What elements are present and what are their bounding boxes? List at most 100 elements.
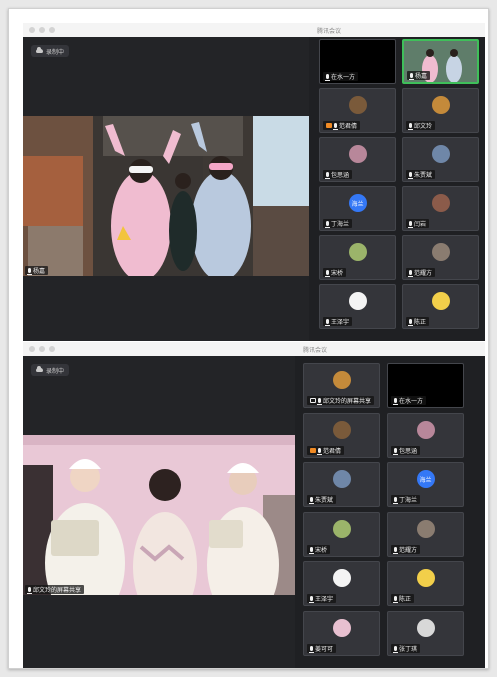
participant-name-tag: 朱贾斌 bbox=[406, 170, 436, 179]
participant-tile[interactable]: 邱文玲的屏幕共享 bbox=[303, 363, 380, 408]
avatar: 海兰 bbox=[348, 194, 367, 212]
participant-tile[interactable]: 陈正 bbox=[387, 561, 464, 606]
avatar bbox=[431, 194, 450, 212]
participant-tile[interactable]: 宋桥 bbox=[319, 235, 396, 280]
mic-icon bbox=[325, 172, 330, 179]
participant-gallery: 在水一方 杨嘉 范君倩 邱文玲 包思涵 朱贾斌 海兰 丁海兰 闫岩 宋桥 范耀方 王泽宇 陈正 bbox=[309, 37, 485, 341]
mic-icon bbox=[309, 645, 314, 653]
host-icon bbox=[310, 447, 316, 453]
close-button[interactable] bbox=[29, 346, 35, 352]
participant-name: 宋桥 bbox=[315, 547, 328, 554]
participant-tile[interactable]: 邱文玲 bbox=[402, 88, 479, 133]
participant-name: 包思涵 bbox=[399, 448, 418, 455]
participant-name-tag: 王泽宇 bbox=[307, 594, 337, 603]
participant-name: 丁海兰 bbox=[331, 222, 350, 228]
close-button[interactable] bbox=[29, 27, 35, 33]
participant-tile[interactable]: 包思涵 bbox=[387, 412, 464, 458]
screenshot-collage: 腾讯会议 录制中 杨嘉 在水一方 杨嘉 范君倩 邱文玲 包思涵 朱贾斌 海兰 丁… bbox=[8, 8, 489, 669]
participant-tile[interactable]: 朱贾斌 bbox=[402, 137, 479, 182]
minimize-button[interactable] bbox=[39, 346, 45, 352]
mic-icon bbox=[408, 172, 413, 179]
participant-tile[interactable]: 范君倩 bbox=[303, 412, 380, 458]
performance-scene bbox=[23, 435, 295, 595]
avatar bbox=[431, 292, 450, 310]
speaker-name-tag: 杨嘉 bbox=[25, 266, 49, 275]
participant-name-tag: 张丁琪 bbox=[391, 643, 421, 653]
window-title: 腾讯会议 bbox=[303, 348, 328, 354]
participant-tile[interactable]: 海兰 丁海兰 bbox=[387, 462, 464, 507]
participant-tile[interactable]: 范君倩 bbox=[319, 88, 396, 133]
participant-tile[interactable]: 闫岩 bbox=[402, 186, 479, 231]
recording-indicator[interactable]: 录制中 bbox=[31, 45, 70, 57]
mic-icon bbox=[309, 497, 314, 504]
participant-name: 姜可可 bbox=[315, 646, 334, 653]
participant-tile[interactable]: 在水一方 bbox=[319, 39, 396, 84]
shared-screen-video[interactable]: 邱文玲的屏幕共享 bbox=[23, 435, 295, 595]
participant-name: 范耀方 bbox=[399, 547, 418, 554]
participant-tile[interactable]: 范耀方 bbox=[387, 511, 464, 557]
participant-tile[interactable]: 包思涵 bbox=[319, 137, 396, 182]
avatar bbox=[431, 145, 450, 163]
participant-name: 丁海兰 bbox=[399, 498, 418, 504]
maximize-button[interactable] bbox=[49, 27, 55, 33]
participant-name-tag: 陈正 bbox=[391, 594, 415, 603]
mic-icon bbox=[317, 447, 322, 455]
screen-share-icon bbox=[310, 398, 316, 403]
participant-name: 范君倩 bbox=[339, 124, 358, 130]
recording-indicator[interactable]: 录制中 bbox=[31, 364, 70, 376]
participant-name-tag: 包思涵 bbox=[323, 170, 353, 179]
participant-name: 范耀方 bbox=[414, 271, 433, 277]
avatar bbox=[416, 519, 435, 538]
participant-name-tag: 包思涵 bbox=[391, 445, 421, 455]
participant-tile[interactable]: 宋桥 bbox=[303, 511, 380, 557]
mic-icon bbox=[325, 319, 330, 326]
avatar bbox=[416, 420, 435, 439]
participant-name-tag: 王泽宇 bbox=[323, 317, 353, 326]
participant-name-tag: 范耀方 bbox=[406, 268, 436, 277]
recording-label: 录制中 bbox=[46, 49, 65, 56]
participant-name-tag: 朱贾斌 bbox=[307, 495, 337, 504]
participant-tile[interactable]: 张丁琪 bbox=[387, 610, 464, 656]
participant-name: 陈正 bbox=[399, 597, 412, 603]
participant-tile[interactable]: 范耀方 bbox=[402, 235, 479, 280]
avatar bbox=[348, 96, 367, 114]
meeting-window-top: 腾讯会议 录制中 杨嘉 在水一方 杨嘉 范君倩 邱文玲 包思涵 朱贾斌 海兰 丁… bbox=[23, 23, 485, 341]
mic-icon bbox=[393, 645, 398, 653]
participant-tile[interactable]: 海兰丁海兰 bbox=[319, 186, 396, 231]
avatar bbox=[431, 96, 450, 114]
participant-tile[interactable]: 在水一方 bbox=[387, 363, 464, 408]
participant-tile[interactable]: 王泽宇 bbox=[319, 284, 396, 329]
avatar bbox=[348, 145, 367, 163]
participant-name-tag: 范耀方 bbox=[391, 544, 421, 554]
speaker-name: 杨嘉 bbox=[33, 269, 46, 275]
participant-name: 宋桥 bbox=[331, 271, 344, 277]
speaker-video[interactable]: 杨嘉 bbox=[23, 116, 309, 276]
participant-tile[interactable]: 朱贾斌 bbox=[303, 462, 380, 507]
participant-name-tag: 闫岩 bbox=[406, 219, 430, 228]
participant-tile[interactable]: 陈正 bbox=[402, 284, 479, 329]
participant-name-tag: 姜可可 bbox=[307, 643, 337, 653]
avatar bbox=[416, 618, 435, 637]
mic-icon bbox=[408, 221, 413, 228]
participant-tile[interactable]: 王泽宇 bbox=[303, 561, 380, 606]
participant-tile[interactable]: 姜可可 bbox=[303, 610, 380, 656]
participant-tile[interactable]: 杨嘉 bbox=[402, 39, 479, 84]
mic-icon bbox=[325, 270, 330, 277]
participant-name: 杨嘉 bbox=[415, 74, 428, 80]
mic-icon bbox=[393, 596, 398, 603]
title-bar: 腾讯会议 bbox=[23, 342, 485, 356]
maximize-button[interactable] bbox=[49, 346, 55, 352]
participant-name-tag: 在水一方 bbox=[323, 72, 359, 81]
minimize-button[interactable] bbox=[39, 27, 45, 33]
participant-name: 陈正 bbox=[414, 320, 427, 326]
mic-icon bbox=[393, 546, 398, 554]
title-bar: 腾讯会议 bbox=[23, 23, 485, 37]
mic-icon bbox=[325, 74, 330, 81]
participant-name-tag: 宋桥 bbox=[307, 544, 331, 554]
participant-name-tag: 陈正 bbox=[406, 317, 430, 326]
mic-icon bbox=[309, 546, 314, 554]
participant-name: 闫岩 bbox=[414, 222, 427, 228]
participant-name: 邱文玲 bbox=[414, 124, 433, 130]
avatar bbox=[348, 292, 367, 310]
meeting-window-bottom: 腾讯会议 录制中 邱文玲的屏幕共享 邱文玲的屏幕共享 在水一方 范君倩 包思涵 … bbox=[23, 342, 485, 668]
